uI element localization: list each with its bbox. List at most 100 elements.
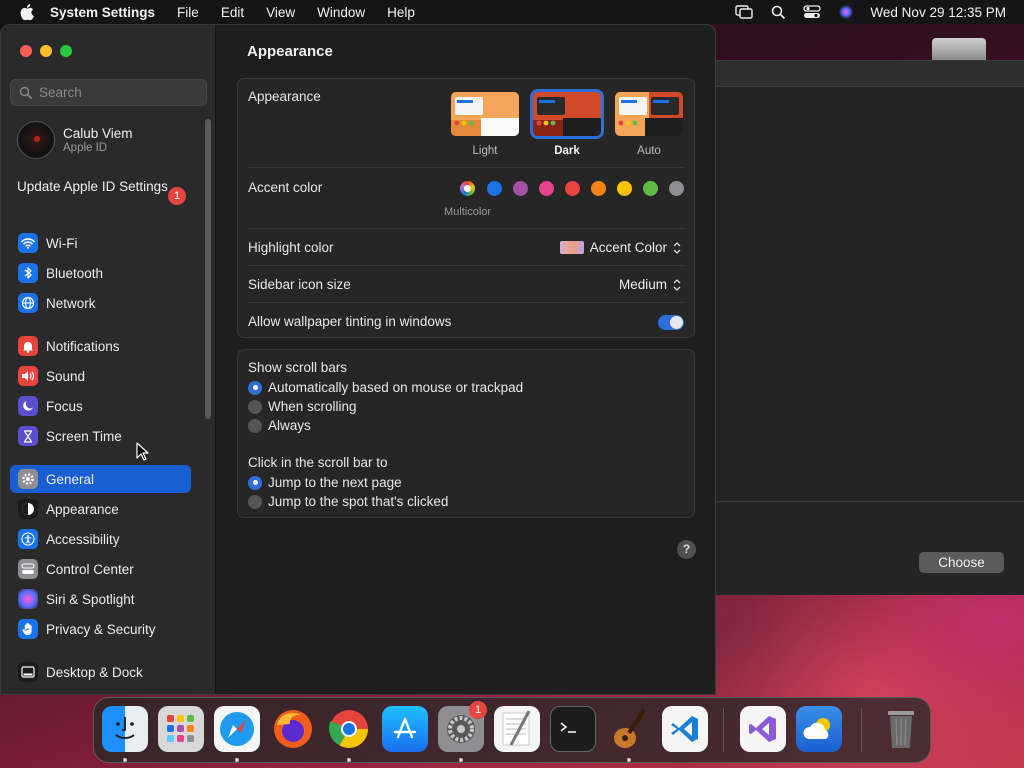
search-input[interactable]: Search bbox=[10, 79, 207, 106]
scroll-bars-group: Show scroll bars Automatically based on … bbox=[237, 349, 695, 518]
sidebar-item-label: Siri & Spotlight bbox=[46, 591, 135, 607]
appearance-auto-option[interactable] bbox=[615, 92, 683, 136]
page-title: Appearance bbox=[247, 43, 333, 60]
sidebar-item-appearance[interactable]: Appearance bbox=[10, 495, 191, 523]
search-icon[interactable] bbox=[768, 4, 788, 20]
scroll-auto-radio[interactable]: Automatically based on mouse or trackpad bbox=[248, 380, 523, 395]
update-apple-id-item[interactable]: Update Apple ID Settings 1 bbox=[17, 179, 202, 205]
menu-view[interactable]: View bbox=[266, 5, 295, 20]
dock-garageband-icon[interactable] bbox=[606, 706, 652, 752]
accent-green-swatch[interactable] bbox=[643, 181, 658, 196]
appearance-light-label: Light bbox=[472, 145, 498, 157]
sidebar-item-sound[interactable]: Sound bbox=[10, 362, 191, 390]
wifi-icon bbox=[18, 233, 38, 253]
accent-orange-swatch[interactable] bbox=[591, 181, 606, 196]
accent-red-swatch[interactable] bbox=[565, 181, 580, 196]
running-indicator bbox=[235, 758, 239, 762]
sidebar-item-label: Notifications bbox=[46, 338, 120, 354]
dock-app-store-icon[interactable] bbox=[382, 706, 428, 752]
sidebar-item-wifi[interactable]: Wi-Fi bbox=[10, 229, 191, 257]
divider bbox=[248, 228, 684, 229]
accent-graphite-swatch[interactable] bbox=[669, 181, 684, 196]
sidebar-item-screen-time[interactable]: Screen Time bbox=[10, 422, 191, 450]
siri-icon[interactable] bbox=[836, 4, 856, 20]
highlight-swatch bbox=[559, 241, 584, 254]
menu-file[interactable]: File bbox=[177, 5, 199, 20]
wallpaper-tinting-toggle[interactable] bbox=[658, 315, 684, 330]
sidebar-item-label: Focus bbox=[46, 398, 83, 414]
accent-blue-swatch[interactable] bbox=[487, 181, 502, 196]
choose-button[interactable]: Choose bbox=[919, 552, 1004, 573]
apple-logo-icon[interactable] bbox=[18, 3, 36, 21]
user-subtitle: Apple ID bbox=[63, 142, 108, 154]
mouse-cursor-icon bbox=[136, 442, 149, 461]
help-button[interactable]: ? bbox=[677, 540, 696, 559]
sidebar-item-bluetooth[interactable]: Bluetooth bbox=[10, 259, 191, 287]
sidebar-item-control-center[interactable]: Control Center bbox=[10, 555, 191, 583]
dock-terminal-icon[interactable] bbox=[550, 706, 596, 752]
user-name: Calub Viem bbox=[63, 126, 133, 141]
zoom-button[interactable] bbox=[60, 45, 72, 57]
bluetooth-icon bbox=[18, 263, 38, 283]
dock-textedit-icon[interactable] bbox=[494, 706, 540, 752]
moon-icon bbox=[18, 396, 38, 416]
dock-firefox-icon[interactable] bbox=[270, 706, 316, 752]
menu-edit[interactable]: Edit bbox=[221, 5, 244, 20]
screen-mirroring-icon[interactable] bbox=[734, 4, 754, 20]
jump-next-page-radio[interactable]: Jump to the next page bbox=[248, 475, 402, 490]
dock-vscode-icon[interactable] bbox=[662, 706, 708, 752]
appearance-light-option[interactable] bbox=[451, 92, 519, 136]
menu-app-name[interactable]: System Settings bbox=[50, 5, 155, 20]
highlight-color-popup[interactable]: Accent Color bbox=[559, 240, 682, 255]
sidebar-item-focus[interactable]: Focus bbox=[10, 392, 191, 420]
dock-trash-icon[interactable] bbox=[878, 706, 924, 752]
dock-launchpad-icon[interactable] bbox=[158, 706, 204, 752]
gear-icon bbox=[18, 469, 38, 489]
sidebar-item-label: Bluetooth bbox=[46, 265, 104, 281]
jump-to-spot-radio[interactable]: Jump to the spot that's clicked bbox=[248, 494, 448, 509]
dock-safari-icon[interactable] bbox=[214, 706, 260, 752]
sidebar-item-privacy-security[interactable]: Privacy & Security bbox=[10, 615, 191, 643]
external-drive-icon[interactable] bbox=[932, 38, 986, 60]
dock-finder-icon[interactable] bbox=[102, 706, 148, 752]
chevron-updown-icon bbox=[673, 278, 681, 291]
sidebar-icon-size-popup[interactable]: Medium bbox=[619, 277, 682, 292]
menu-help[interactable]: Help bbox=[387, 5, 415, 20]
dock-chrome-icon[interactable] bbox=[326, 706, 372, 752]
hourglass-icon bbox=[18, 426, 38, 446]
sidebar-item-notifications[interactable]: Notifications bbox=[10, 332, 191, 360]
dock-visual-studio-icon[interactable] bbox=[740, 706, 786, 752]
radio-label: When scrolling bbox=[268, 399, 357, 414]
sidebar-scrollbar[interactable] bbox=[205, 119, 211, 419]
menu-bar: System Settings File Edit View Window He… bbox=[0, 0, 1024, 24]
close-button[interactable] bbox=[20, 45, 32, 57]
accent-multicolor-swatch[interactable] bbox=[460, 181, 475, 196]
radio-label: Jump to the next page bbox=[268, 475, 402, 490]
accent-purple-swatch[interactable] bbox=[513, 181, 528, 196]
sidebar-item-siri-spotlight[interactable]: Siri & Spotlight bbox=[10, 585, 191, 613]
sidebar-item-network[interactable]: Network bbox=[10, 289, 191, 317]
scroll-when-scrolling-radio[interactable]: When scrolling bbox=[248, 399, 357, 414]
radio-label: Always bbox=[268, 418, 311, 433]
accent-yellow-swatch[interactable] bbox=[617, 181, 632, 196]
appearance-dark-option[interactable] bbox=[533, 92, 601, 136]
menu-window[interactable]: Window bbox=[317, 5, 365, 20]
sidebar-item-label: Control Center bbox=[46, 561, 134, 577]
system-settings-window: Search Calub Viem Apple ID Update Apple … bbox=[0, 24, 716, 695]
dock-separator bbox=[723, 708, 724, 752]
minimize-button[interactable] bbox=[40, 45, 52, 57]
scroll-always-radio[interactable]: Always bbox=[248, 418, 311, 433]
accent-pink-swatch[interactable] bbox=[539, 181, 554, 196]
apple-id-account[interactable]: Calub Viem Apple ID bbox=[17, 121, 133, 159]
sidebar-item-general[interactable]: General bbox=[10, 465, 191, 493]
show-scroll-bars-label: Show scroll bars bbox=[248, 360, 348, 375]
radio-button bbox=[248, 380, 262, 395]
menubar-clock[interactable]: Wed Nov 29 12:35 PM bbox=[870, 5, 1006, 20]
control-center-icon[interactable] bbox=[802, 4, 822, 20]
sidebar-item-desktop-dock[interactable]: Desktop & Dock bbox=[10, 658, 191, 686]
dock: 1 bbox=[93, 697, 931, 763]
sidebar-item-accessibility[interactable]: Accessibility bbox=[10, 525, 191, 553]
highlight-color-value: Accent Color bbox=[589, 240, 667, 255]
divider bbox=[248, 302, 684, 303]
dock-weather-icon[interactable] bbox=[796, 706, 842, 752]
